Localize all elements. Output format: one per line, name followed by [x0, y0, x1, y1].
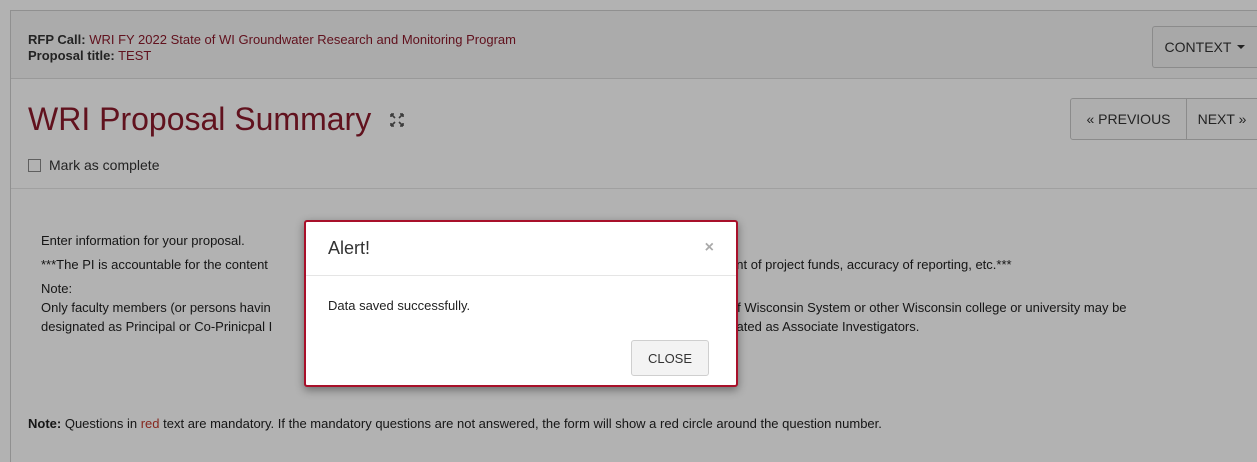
close-button[interactable]: CLOSE	[631, 340, 709, 376]
close-icon[interactable]: ×	[705, 240, 714, 256]
modal-title: Alert!	[328, 238, 371, 258]
alert-modal: Alert! × Data saved successfully. CLOSE	[304, 220, 738, 387]
modal-header: Alert! ×	[306, 222, 736, 276]
modal-message: Data saved successfully.	[328, 298, 471, 313]
